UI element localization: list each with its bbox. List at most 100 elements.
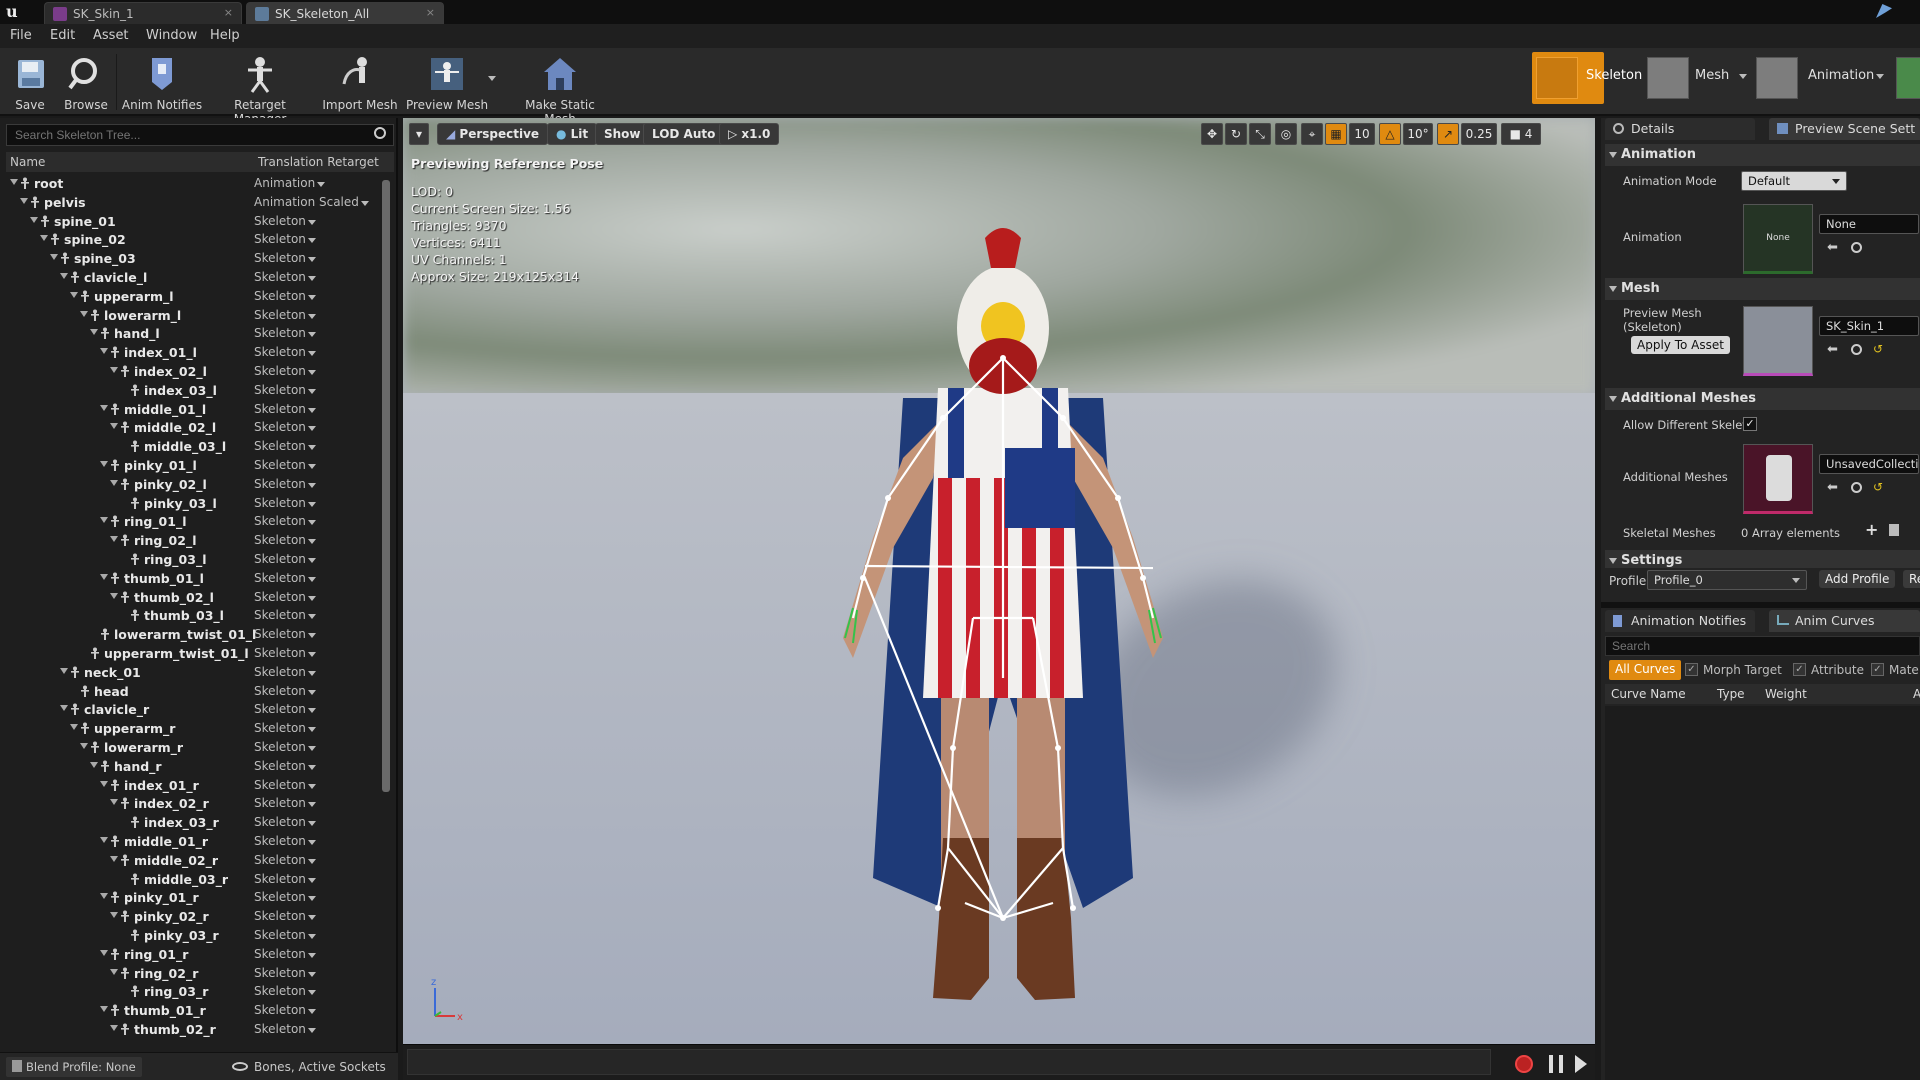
column-curve-name[interactable]: Curve Name xyxy=(1611,687,1686,701)
retarget-mode-dropdown[interactable]: Skeleton xyxy=(254,684,316,698)
reset-icon[interactable]: ↺ xyxy=(1873,480,1883,494)
expand-arrow-icon[interactable] xyxy=(100,461,108,467)
bone-row-neck-01[interactable]: neck_01 Skeleton xyxy=(6,663,380,682)
bone-row-middle-03-r[interactable]: middle_03_r Skeleton xyxy=(6,870,380,889)
bone-row-index-01-r[interactable]: index_01_r Skeleton xyxy=(6,776,380,795)
expand-arrow-icon[interactable] xyxy=(80,310,88,317)
expand-arrow-icon[interactable] xyxy=(110,536,118,543)
bone-row-ring-03-l[interactable]: ring_03_l Skeleton xyxy=(6,550,380,569)
bone-row-thumb-02-l[interactable]: thumb_02_l Skeleton xyxy=(6,588,380,607)
bone-row-index-02-r[interactable]: index_02_r Skeleton xyxy=(6,794,380,813)
expand-arrow-icon[interactable] xyxy=(110,1025,118,1031)
retarget-mode-dropdown[interactable]: Skeleton xyxy=(254,458,316,472)
curves-search-input[interactable] xyxy=(1605,636,1920,656)
mesh-section-header[interactable]: Mesh xyxy=(1605,278,1920,300)
browse-asset-icon[interactable] xyxy=(1851,344,1862,355)
mode-physics[interactable] xyxy=(1892,52,1920,104)
expand-arrow-icon[interactable] xyxy=(110,423,118,430)
bone-row-upperarm-twist-01-l[interactable]: upperarm_twist_01_l Skeleton xyxy=(6,644,380,663)
apply-to-asset-button[interactable]: Apply To Asset xyxy=(1631,336,1730,354)
retarget-mode-dropdown[interactable]: Skeleton xyxy=(254,496,316,510)
column-auto[interactable]: A xyxy=(1913,687,1920,701)
close-icon[interactable]: × xyxy=(224,6,233,19)
retarget-mode-dropdown[interactable]: Skeleton xyxy=(254,1003,316,1017)
animation-asset-picker[interactable]: None xyxy=(1819,214,1919,234)
menu-asset[interactable]: Asset xyxy=(93,28,129,43)
bone-row-pinky-01-l[interactable]: pinky_01_l Skeleton xyxy=(6,456,380,475)
bone-row-ring-03-r[interactable]: ring_03_r Skeleton xyxy=(6,982,380,1001)
mode-mesh[interactable]: Mesh xyxy=(1643,52,1749,104)
expand-arrow-icon[interactable] xyxy=(100,404,108,411)
retarget-mode-dropdown[interactable]: Animation Scaled xyxy=(254,195,369,209)
column-retarget-header[interactable]: Translation Retarget xyxy=(258,155,379,169)
bone-row-upperarm-r[interactable]: upperarm_r Skeleton xyxy=(6,719,380,738)
translate-icon[interactable]: ✥ xyxy=(1201,123,1223,145)
attribute-checkbox[interactable]: ✓ xyxy=(1793,663,1806,676)
retarget-mode-dropdown[interactable]: Skeleton xyxy=(254,270,316,284)
bone-row-spine-02[interactable]: spine_02 Skeleton xyxy=(6,230,380,249)
use-selected-icon[interactable]: ⬅ xyxy=(1827,480,1838,495)
bone-row-middle-02-l[interactable]: middle_02_l Skeleton xyxy=(6,418,380,437)
menu-help[interactable]: Help xyxy=(210,28,240,43)
viewport-options-button[interactable]: ▾ xyxy=(409,123,429,145)
retarget-mode-dropdown[interactable]: Skeleton xyxy=(254,947,316,961)
bone-row-thumb-02-r[interactable]: thumb_02_r Skeleton xyxy=(6,1020,380,1039)
expand-arrow-icon[interactable] xyxy=(110,968,118,975)
bone-row-pinky-01-r[interactable]: pinky_01_r Skeleton xyxy=(6,888,380,907)
retarget-mode-dropdown[interactable]: Skeleton xyxy=(254,1041,306,1042)
retarget-mode-dropdown[interactable]: Skeleton xyxy=(254,759,316,773)
bone-row-index-03-l[interactable]: index_03_l Skeleton xyxy=(6,381,380,400)
bone-row-ring-02-r[interactable]: ring_02_r Skeleton xyxy=(6,964,380,983)
rotation-snap-value[interactable]: 10° xyxy=(1403,123,1433,145)
tab-animation-notifies[interactable]: Animation Notifies xyxy=(1605,610,1755,632)
grid-snap-value[interactable]: 10 xyxy=(1349,123,1375,145)
use-selected-icon[interactable]: ⬅ xyxy=(1827,342,1838,357)
tab-sk-skin-1[interactable]: SK_Skin_1 × xyxy=(44,2,242,24)
retarget-mode-dropdown[interactable]: Skeleton xyxy=(254,420,316,434)
rotate-icon[interactable]: ↻ xyxy=(1225,123,1247,145)
chevron-down-icon[interactable] xyxy=(1876,74,1884,79)
retarget-mode-dropdown[interactable]: Skeleton xyxy=(254,590,316,604)
bone-row-thumb-03-l[interactable]: thumb_03_l Skeleton xyxy=(6,606,380,625)
panel-splitter[interactable] xyxy=(1601,602,1920,608)
retarget-mode-dropdown[interactable]: Skeleton xyxy=(254,232,316,246)
retarget-mode-dropdown[interactable]: Skeleton xyxy=(254,514,316,528)
lit-button[interactable]: ● Lit xyxy=(547,123,598,145)
expand-arrow-icon[interactable] xyxy=(100,837,108,843)
tab-preview-scene-settings[interactable]: Preview Scene Sett xyxy=(1769,118,1920,140)
menu-file[interactable]: File xyxy=(10,28,32,43)
expand-arrow-icon[interactable] xyxy=(80,743,88,749)
bone-row-upperarm-l[interactable]: upperarm_l Skeleton xyxy=(6,287,380,306)
expand-arrow-icon[interactable] xyxy=(60,667,68,674)
profile-dropdown[interactable]: Profile_0 xyxy=(1647,570,1807,590)
surface-snap-icon[interactable]: ⌖ xyxy=(1301,123,1323,145)
expand-arrow-icon[interactable] xyxy=(100,780,108,787)
retarget-mode-dropdown[interactable]: Skeleton xyxy=(254,928,316,942)
bone-row-lowerarm-l[interactable]: lowerarm_l Skeleton xyxy=(6,306,380,325)
make-static-mesh-button[interactable]: Make Static Mesh xyxy=(508,52,612,126)
bone-row-lowerarm-r[interactable]: lowerarm_r Skeleton xyxy=(6,738,380,757)
expand-arrow-icon[interactable] xyxy=(100,573,108,580)
expand-arrow-icon[interactable] xyxy=(110,479,118,486)
bone-row-pelvis[interactable]: pelvis Animation Scaled xyxy=(6,193,380,212)
animation-section-header[interactable]: Animation xyxy=(1605,144,1920,166)
tab-sk-skeleton-all[interactable]: SK_Skeleton_All × xyxy=(246,2,444,24)
expand-arrow-icon[interactable] xyxy=(70,291,78,298)
feedback-icon[interactable] xyxy=(1876,4,1892,18)
bone-row-hand-l[interactable]: hand_l Skeleton xyxy=(6,324,380,343)
playback-speed-button[interactable]: ▷ x1.0 xyxy=(719,123,780,145)
retarget-mode-dropdown[interactable]: Skeleton xyxy=(254,627,316,641)
expand-arrow-icon[interactable] xyxy=(70,724,78,731)
bone-row-root[interactable]: root Animation xyxy=(6,174,380,193)
expand-arrow-icon[interactable] xyxy=(100,517,108,524)
column-weight[interactable]: Weight xyxy=(1765,687,1807,701)
camera-speed-button[interactable]: ■ 4 xyxy=(1501,123,1541,145)
retarget-mode-dropdown[interactable]: Skeleton xyxy=(254,251,316,265)
expand-arrow-icon[interactable] xyxy=(110,855,118,862)
browse-button[interactable]: Browse xyxy=(58,52,114,114)
retarget-manager-button[interactable]: Retarget Manager xyxy=(208,52,312,126)
retarget-mode-dropdown[interactable]: Skeleton xyxy=(254,383,316,397)
browse-asset-icon[interactable] xyxy=(1851,482,1862,493)
scale-icon[interactable]: ⤡ xyxy=(1249,123,1271,145)
tab-anim-curves[interactable]: Anim Curves xyxy=(1769,610,1920,632)
